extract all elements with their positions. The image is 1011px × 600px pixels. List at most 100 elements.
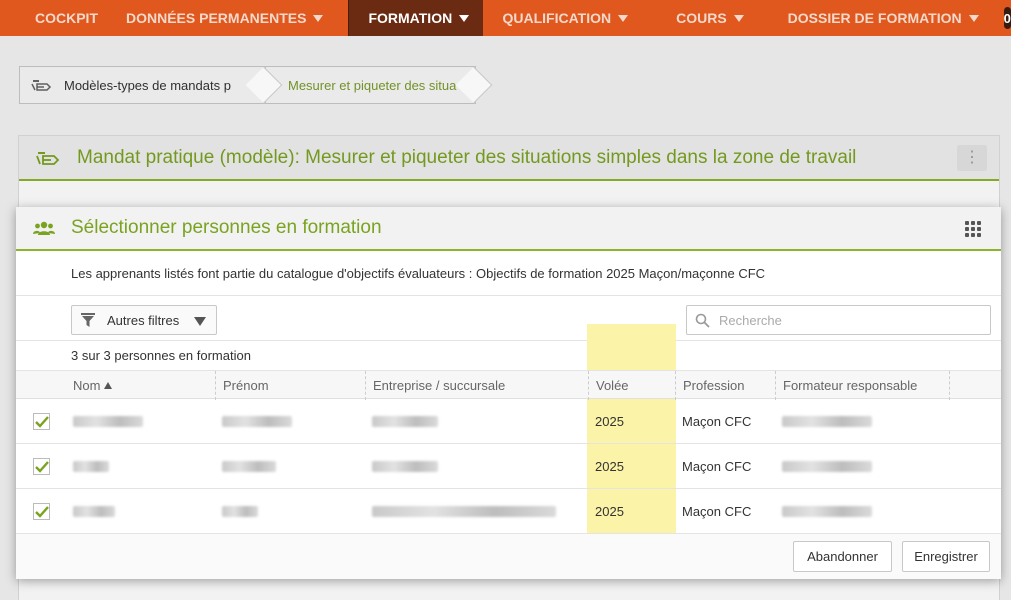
- cell-profession: Maçon CFC: [675, 399, 751, 444]
- column-label: Prénom: [223, 378, 269, 393]
- notification-badge[interactable]: 0: [1003, 7, 1011, 29]
- table-row[interactable]: 2025 Maçon CFC: [16, 489, 1001, 534]
- column-header-nom[interactable]: Nom: [66, 371, 216, 400]
- filter-toolbar: Autres filtres: [16, 296, 1001, 341]
- result-count: 3 sur 3 personnes en formation: [16, 341, 1001, 370]
- checkmark-icon: [35, 506, 49, 518]
- cell-nom: [66, 444, 109, 489]
- chevron-down-icon: [313, 14, 324, 22]
- cell-entreprise: [365, 399, 438, 444]
- volee-value: 2025: [595, 459, 624, 474]
- volee-value: 2025: [595, 414, 624, 429]
- sort-ascending-icon: [104, 382, 113, 389]
- table-header: Nom Prénom Entreprise / succursale Volée…: [16, 370, 1001, 400]
- volee-value: 2025: [595, 504, 624, 519]
- result-count-text: 3 sur 3 personnes en formation: [71, 348, 251, 363]
- dialog-footer: Abandonner Enregistrer: [16, 534, 1001, 579]
- redacted-text: [222, 461, 276, 472]
- caret-down-icon: [194, 317, 206, 326]
- column-header-prenom[interactable]: Prénom: [215, 371, 365, 400]
- cell-prenom: [215, 399, 292, 444]
- redacted-text: [782, 416, 872, 427]
- nav-item-formation[interactable]: FORMATION: [348, 0, 484, 36]
- cell-nom: [66, 399, 143, 444]
- profession-value: Maçon CFC: [682, 504, 752, 519]
- redacted-text: [782, 506, 872, 517]
- cell-entreprise: [365, 489, 556, 534]
- nav-item-label: COURS: [676, 10, 727, 26]
- row-checkbox[interactable]: [33, 458, 50, 475]
- cell-profession: Maçon CFC: [675, 489, 751, 534]
- table-row[interactable]: 2025 Maçon CFC: [16, 399, 1001, 444]
- dialog-header: Sélectionner personnes en formation: [16, 207, 1001, 251]
- cell-formateur: [775, 489, 872, 534]
- nav-item-label: FORMATION: [368, 10, 453, 26]
- redacted-text: [222, 416, 292, 427]
- save-button[interactable]: Enregistrer: [902, 541, 990, 572]
- cell-profession: Maçon CFC: [675, 444, 751, 489]
- nav-item-label: COCKPIT: [35, 10, 98, 26]
- checkmark-icon: [35, 416, 49, 428]
- nav-item-donnees-permanentes[interactable]: DONNÉES PERMANENTES: [123, 0, 348, 36]
- nav-item-label: QUALIFICATION: [502, 10, 612, 26]
- cell-volee: 2025: [588, 489, 624, 534]
- search-field[interactable]: [686, 305, 991, 335]
- funnel-icon: [81, 313, 95, 327]
- catalog-info-text: Les apprenants listés font partie du cat…: [71, 265, 766, 281]
- cell-volee: 2025: [588, 399, 624, 444]
- chevron-down-icon: [733, 14, 744, 22]
- table-row[interactable]: 2025 Maçon CFC: [16, 444, 1001, 489]
- checkmark-icon: [35, 461, 49, 473]
- nav-item-label: DOSSIER DE FORMATION: [787, 10, 962, 26]
- cell-formateur: [775, 399, 872, 444]
- column-label: Nom: [73, 378, 101, 393]
- row-checkbox[interactable]: [33, 413, 50, 430]
- cell-prenom: [215, 489, 258, 534]
- chevron-down-icon: [968, 14, 979, 22]
- column-header-formateur[interactable]: Formateur responsable: [775, 371, 950, 400]
- search-input[interactable]: [719, 312, 979, 328]
- redacted-text: [372, 416, 438, 427]
- column-header-profession[interactable]: Profession: [675, 371, 775, 400]
- cancel-button[interactable]: Abandonner: [793, 541, 892, 572]
- nav-item-dossier-de-formation[interactable]: DOSSIER DE FORMATION: [772, 0, 994, 36]
- nav-item-qualification[interactable]: QUALIFICATION: [483, 0, 653, 36]
- users-icon: [33, 221, 55, 235]
- redacted-text: [73, 416, 143, 427]
- chevron-down-icon: [459, 14, 470, 22]
- cell-volee: 2025: [588, 444, 624, 489]
- row-checkbox[interactable]: [33, 503, 50, 520]
- redacted-text: [372, 461, 438, 472]
- redacted-text: [73, 506, 115, 517]
- redacted-text: [372, 506, 556, 517]
- column-label: Formateur responsable: [783, 378, 918, 393]
- grid-menu-icon[interactable]: [965, 221, 981, 237]
- chevron-down-icon: [618, 14, 629, 22]
- redacted-text: [73, 461, 109, 472]
- search-icon: [695, 313, 710, 328]
- column-label: Entreprise / succursale: [373, 378, 506, 393]
- nav-item-label: DONNÉES PERMANENTES: [126, 10, 307, 26]
- column-label: Profession: [683, 378, 745, 393]
- cell-formateur: [775, 444, 872, 489]
- profession-value: Maçon CFC: [682, 459, 752, 474]
- nav-item-cockpit[interactable]: COCKPIT: [0, 0, 123, 36]
- catalog-info: Les apprenants listés font partie du cat…: [16, 251, 1001, 296]
- column-header-volee[interactable]: Volée: [588, 371, 676, 400]
- redacted-text: [782, 461, 872, 472]
- cell-prenom: [215, 444, 276, 489]
- profession-value: Maçon CFC: [682, 414, 752, 429]
- other-filters-button[interactable]: Autres filtres: [71, 305, 217, 335]
- trainees-table: Nom Prénom Entreprise / succursale Volée…: [16, 324, 1001, 551]
- column-label: Volée: [596, 378, 629, 393]
- cell-entreprise: [365, 444, 438, 489]
- redacted-text: [222, 506, 258, 517]
- dialog-title: Sélectionner personnes en formation: [71, 217, 382, 238]
- select-trainees-dialog: Sélectionner personnes en formation Les …: [16, 207, 1001, 579]
- column-header-spacer: [949, 371, 1001, 400]
- top-navigation: COCKPIT DONNÉES PERMANENTES FORMATION QU…: [0, 0, 1011, 36]
- other-filters-label: Autres filtres: [107, 312, 180, 328]
- nav-item-cours[interactable]: COURS: [653, 0, 772, 36]
- column-header-entreprise[interactable]: Entreprise / succursale: [365, 371, 588, 400]
- cell-nom: [66, 489, 115, 534]
